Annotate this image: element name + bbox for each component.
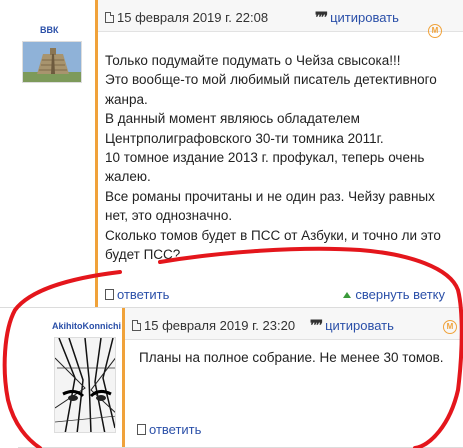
anime-girl-avatar-image <box>55 338 115 432</box>
document-icon <box>132 320 141 331</box>
comment-date[interactable]: 15 февраля 2019 г. 23:20 <box>132 318 295 333</box>
avatar[interactable] <box>54 337 116 433</box>
body-line: Это вообще-то мой любимый писатель детек… <box>105 72 437 88</box>
reply-label: ответить <box>117 287 170 302</box>
report-flag-icon[interactable]: M <box>443 320 457 334</box>
author-column: ВВК <box>0 0 95 307</box>
date-text: 15 февраля 2019 г. 22:08 <box>117 10 269 25</box>
reply-label: ответить <box>149 422 202 437</box>
body-line: Только подумайте подумать о Чейза свысок… <box>105 53 401 68</box>
reply-button[interactable]: ответить <box>137 422 201 437</box>
comment-header: 15 февраля 2019 г. 22:08 ❞❞ цитировать <box>98 0 463 32</box>
comment-footer: ответить <box>125 419 463 447</box>
body-line: нет, это однозначно. <box>105 208 233 224</box>
document-icon <box>105 12 114 23</box>
avatar[interactable] <box>22 41 82 83</box>
collapse-label: свернуть ветку <box>355 287 445 302</box>
collapse-thread-button[interactable]: свернуть ветку <box>343 287 445 302</box>
quote-button[interactable]: ❞❞ цитировать <box>315 10 399 26</box>
quote-icon: ❞❞ <box>310 318 323 334</box>
quote-label: цитировать <box>325 318 394 333</box>
comment-footer: ответить свернуть ветку <box>98 281 463 307</box>
quote-icon: ❞❞ <box>315 10 328 26</box>
comment-body: Только подумайте подумать о Чейза свысок… <box>105 51 459 264</box>
triangle-up-icon <box>343 292 352 298</box>
pyramid-avatar-image <box>23 42 81 82</box>
body-line: жанра. <box>105 91 148 107</box>
body-line: будет ПСС? <box>105 247 181 263</box>
comment-header: 15 февраля 2019 г. 23:20 ❞❞ цитировать <box>125 308 463 340</box>
quote-label: цитировать <box>330 10 399 25</box>
body-line: Планы на полное собрание. Не менее 30 то… <box>139 350 444 365</box>
author-name-link[interactable]: ВВК <box>40 25 59 35</box>
reply-icon <box>105 289 114 300</box>
comment-post-reply: AkihitoKonnichi 15 февраля 2019 г. 23:20… <box>18 308 463 448</box>
body-line: 10 томное издание 2013 г. профукал, тепе… <box>105 150 425 166</box>
author-name-link[interactable]: AkihitoKonnichi <box>52 321 121 331</box>
comment-body: Планы на полное собрание. Не менее 30 то… <box>139 348 459 367</box>
quote-button[interactable]: ❞❞ цитировать <box>310 318 394 334</box>
body-line: Все романы прочитаны и не один раз. Чейз… <box>105 188 435 204</box>
comment-date[interactable]: 15 февраля 2019 г. 22:08 <box>105 10 268 25</box>
date-text: 15 февраля 2019 г. 23:20 <box>144 318 296 333</box>
reply-button[interactable]: ответить <box>105 287 169 302</box>
body-line: В данный момент являюсь обладателем <box>105 111 360 127</box>
comment-content: 15 февраля 2019 г. 23:20 ❞❞ цитировать M … <box>122 308 463 447</box>
reply-icon <box>137 424 146 435</box>
body-line: жалею. <box>105 169 151 185</box>
body-line: Сколько томов будет в ПСС от Азбуки, и т… <box>105 227 441 243</box>
report-flag-icon[interactable]: M <box>428 24 442 38</box>
comment-post: ВВК 15 февраля 2019 г. 22:08 ❞❞ цитироват… <box>0 0 463 308</box>
body-line: Центрполиграфовского 30-ти томника 2011г… <box>105 130 384 146</box>
author-column: AkihitoKonnichi <box>18 308 122 447</box>
comment-content: 15 февраля 2019 г. 22:08 ❞❞ цитировать M … <box>95 0 463 307</box>
